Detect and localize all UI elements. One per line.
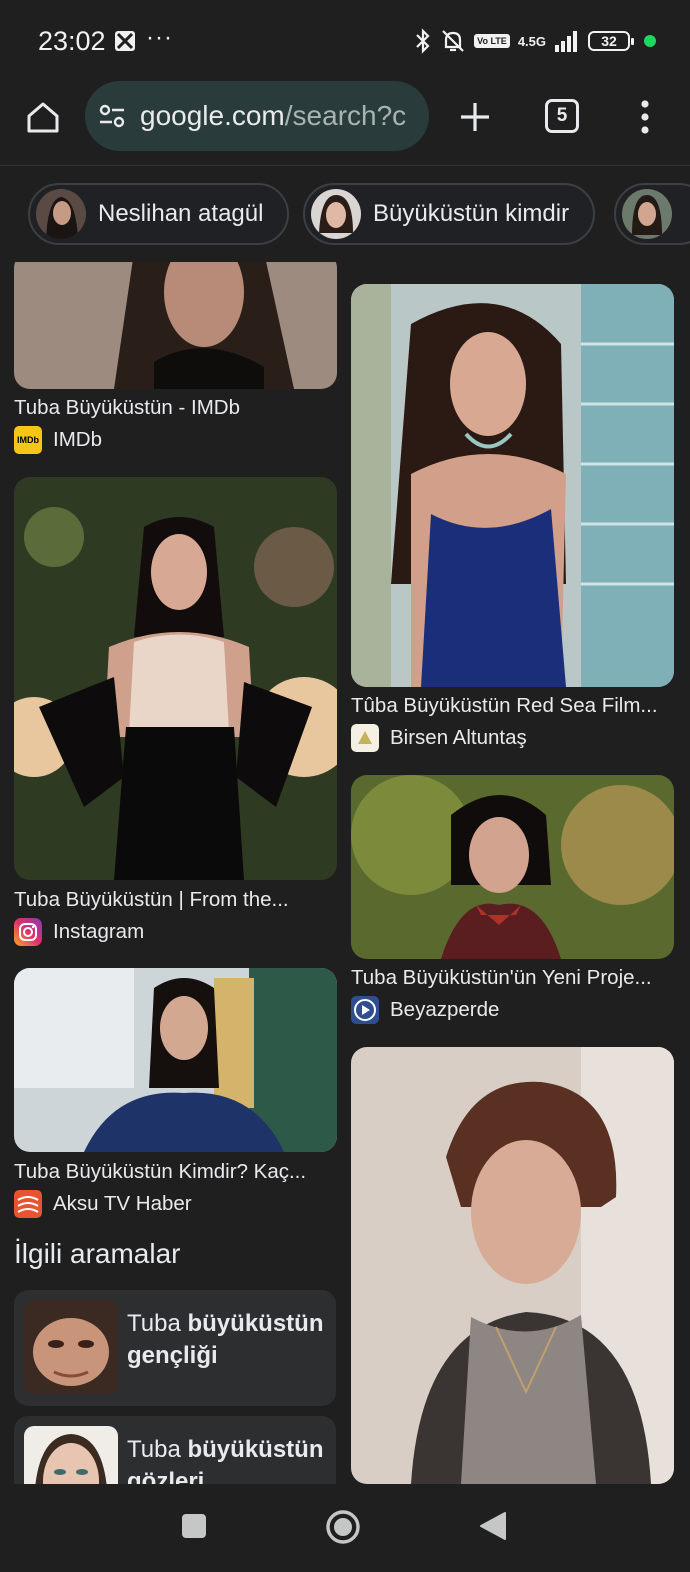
result-source-label: Instagram — [53, 920, 145, 943]
tab-count: 5 — [556, 105, 568, 126]
home-icon — [27, 102, 59, 133]
privacy-indicator-dot — [644, 35, 656, 47]
related-thumbnail — [24, 1426, 118, 1484]
mute-bell-icon — [442, 30, 464, 52]
result-source-label: IMDb — [53, 428, 102, 451]
home-nav-button[interactable] — [324, 1508, 362, 1546]
back-button[interactable] — [478, 1510, 508, 1542]
result-source-label: Aksu TV Haber — [53, 1192, 192, 1215]
circle-home-icon — [326, 1510, 360, 1544]
result-source[interactable]: IMDb IMDb — [14, 426, 102, 454]
aksu-tv-icon — [14, 1190, 42, 1218]
result-title[interactable]: Tuba Büyüküstün | From the... — [14, 888, 336, 912]
result-source[interactable]: Beyazperde — [351, 996, 499, 1024]
related-search-item[interactable]: Tuba büyüküstün gözleri — [14, 1416, 336, 1484]
chip-neslihan-atagul[interactable]: Neslihan atagül — [28, 183, 290, 245]
more-vert-icon — [641, 100, 649, 134]
chip-buyukustun-kimdir[interactable]: Büyüküstün kimdir — [303, 183, 596, 245]
related-search-text: Tuba büyüküstün gençliği — [127, 1308, 332, 1372]
related-prefix: Tuba — [127, 1310, 188, 1337]
browser-toolbar: google.com/search?c 5 — [0, 80, 690, 166]
plus-icon — [461, 103, 489, 131]
more-notifications-icon: ··· — [146, 24, 173, 51]
tab-switcher-button[interactable]: 5 — [545, 99, 579, 133]
status-icons: Vo LTE 4.5G 32 — [414, 26, 656, 56]
chip-thumbnail — [36, 189, 86, 239]
new-tab-button[interactable] — [455, 97, 495, 137]
related-searches-heading: İlgili aramalar — [14, 1238, 181, 1269]
url-text[interactable]: google.com/search?c — [140, 100, 406, 132]
instagram-icon — [14, 918, 42, 946]
recents-button[interactable] — [180, 1512, 208, 1540]
address-bar[interactable]: google.com/search?c — [85, 81, 429, 151]
chip-label: Neslihan atagül — [98, 200, 264, 227]
result-source-label: Beyazperde — [390, 998, 500, 1021]
result-source[interactable]: Birsen Altuntaş — [351, 724, 527, 752]
birsen-altuntas-icon — [351, 724, 379, 752]
url-host: google.com — [140, 100, 285, 131]
chip-thumbnail — [622, 189, 672, 239]
app-notification-icon — [115, 31, 135, 51]
square-icon — [182, 1514, 206, 1538]
related-prefix: Tuba — [127, 1436, 188, 1463]
result-image[interactable] — [14, 262, 337, 389]
result-source[interactable]: Instagram — [14, 918, 144, 946]
result-image[interactable] — [14, 968, 337, 1152]
back-triangle-icon — [480, 1512, 506, 1540]
result-photo — [351, 284, 674, 687]
result-image[interactable] — [351, 775, 674, 959]
home-button[interactable] — [22, 96, 64, 138]
site-settings-icon[interactable] — [97, 101, 127, 131]
network-type: 4.5G — [517, 33, 546, 49]
result-title[interactable]: Tûba Büyüküstün Red Sea Film... — [351, 694, 674, 718]
result-source-label: Birsen Altuntaş — [390, 726, 527, 749]
volte-icon: Vo LTE — [474, 34, 510, 48]
bluetooth-icon — [416, 28, 430, 54]
beyazperde-icon — [351, 996, 379, 1024]
result-title[interactable]: Tuba Büyüküstün - IMDb — [14, 396, 336, 420]
imdb-icon: IMDb — [14, 426, 42, 454]
overflow-menu-button[interactable] — [628, 97, 662, 137]
chip-thumbnail — [311, 189, 361, 239]
related-search-text: Tuba büyüküstün gözleri — [127, 1434, 332, 1484]
system-nav-bar — [0, 1484, 690, 1572]
result-photo — [351, 1047, 674, 1484]
result-photo — [14, 262, 337, 389]
url-path: /search?c — [284, 100, 407, 131]
result-image[interactable] — [14, 477, 337, 880]
search-chips-row: Neslihan atagül Büyüküstün kimdir — [0, 166, 690, 262]
result-image[interactable] — [351, 1047, 674, 1484]
result-photo — [14, 477, 337, 880]
result-source[interactable]: Aksu TV Haber — [14, 1190, 192, 1218]
status-bar: 23:02 ··· Vo LTE 4.5G 32 — [0, 0, 690, 80]
result-title[interactable]: Tuba Büyüküstün Kimdir? Kaç... — [14, 1160, 336, 1184]
status-time: 23:02 — [38, 26, 106, 56]
battery-icon: 32 — [588, 31, 634, 51]
related-thumbnail — [24, 1300, 118, 1394]
result-image[interactable] — [351, 284, 674, 687]
result-photo — [14, 968, 337, 1152]
signal-icon — [555, 31, 577, 52]
result-title[interactable]: Tuba Büyüküstün'ün Yeni Proje... — [351, 966, 674, 990]
chip-label: Büyüküstün kimdir — [373, 200, 570, 227]
chip-third[interactable] — [614, 183, 690, 245]
battery-level: 32 — [601, 33, 617, 49]
result-photo — [351, 775, 674, 959]
image-results-grid: Tuba Büyüküstün - IMDb IMDb IMDb Tuba Bü… — [0, 262, 690, 1484]
related-search-item[interactable]: Tuba büyüküstün gençliği — [14, 1290, 336, 1406]
